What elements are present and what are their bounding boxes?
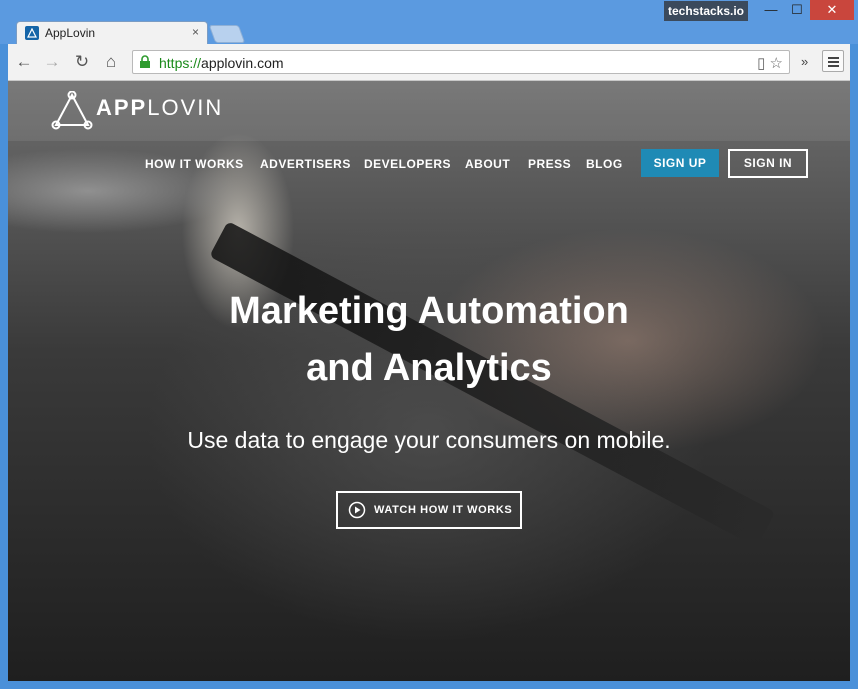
maximize-button[interactable]: ☐ bbox=[784, 0, 810, 20]
back-arrow-icon[interactable]: ← bbox=[13, 51, 35, 73]
menu-icon[interactable] bbox=[822, 50, 844, 72]
logo-wordmark[interactable]: APPLOVIN bbox=[96, 95, 223, 121]
tab-close-icon[interactable]: × bbox=[192, 25, 199, 39]
tab-title: AppLovin bbox=[45, 26, 96, 40]
applovin-favicon-icon bbox=[25, 26, 39, 40]
reload-icon[interactable]: ↻ bbox=[71, 51, 93, 73]
browser-tab[interactable]: AppLovin × bbox=[16, 21, 208, 45]
browser-toolbar: ← → ↻ ⌂ https://applovin.com ▯ ☆ » bbox=[8, 44, 850, 81]
watch-button-label: WATCH HOW IT WORKS bbox=[374, 504, 513, 516]
sign-in-button[interactable]: SIGN IN bbox=[728, 149, 808, 178]
hero-subheadline: Use data to engage your consumers on mob… bbox=[187, 427, 671, 453]
lock-icon bbox=[140, 55, 150, 68]
headline-line-1: Marketing Automation bbox=[229, 290, 629, 332]
nav-blog[interactable]: BLOG bbox=[586, 157, 623, 171]
nav-advertisers[interactable]: ADVERTISERS bbox=[260, 157, 351, 171]
forward-arrow-icon[interactable]: → bbox=[41, 51, 63, 73]
techstacks-badge: techstacks.io bbox=[664, 1, 748, 21]
watch-how-it-works-button[interactable]: WATCH HOW IT WORKS bbox=[336, 491, 522, 529]
nav-press[interactable]: PRESS bbox=[528, 157, 571, 171]
extensions-overflow-icon[interactable]: » bbox=[801, 54, 808, 69]
title-bar: AppLovin × techstacks.io — ☐ ✕ bbox=[0, 0, 858, 45]
address-bar[interactable]: https://applovin.com ▯ ☆ bbox=[132, 50, 790, 74]
new-tab-button[interactable] bbox=[208, 25, 246, 43]
applovin-logo-icon[interactable] bbox=[50, 91, 94, 131]
minimize-button[interactable]: — bbox=[758, 0, 784, 20]
url-text: https://applovin.com bbox=[159, 55, 284, 71]
headline-line-2: and Analytics bbox=[306, 347, 552, 389]
home-icon[interactable]: ⌂ bbox=[100, 51, 122, 73]
hero-section: APPLOVIN HOW IT WORKS ADVERTISERS DEVELO… bbox=[8, 81, 850, 681]
close-window-button[interactable]: ✕ bbox=[810, 0, 854, 20]
nav-developers[interactable]: DEVELOPERS bbox=[364, 157, 451, 171]
nav-how-it-works[interactable]: HOW IT WORKS bbox=[145, 157, 244, 171]
browser-window: AppLovin × techstacks.io — ☐ ✕ ← → ↻ ⌂ h… bbox=[0, 0, 858, 689]
sign-up-button[interactable]: SIGN UP bbox=[641, 149, 719, 177]
play-icon bbox=[348, 501, 366, 519]
bookmark-star-icon[interactable]: ▯ ☆ bbox=[757, 54, 783, 72]
hero-headline: Marketing Automation and Analytics bbox=[8, 283, 850, 397]
nav-about[interactable]: ABOUT bbox=[465, 157, 510, 171]
